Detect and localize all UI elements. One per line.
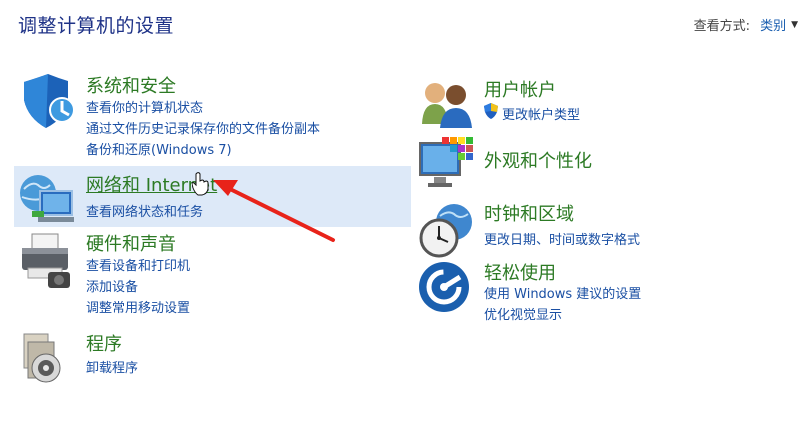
hand-cursor-icon: [192, 172, 209, 196]
link-recommended-settings[interactable]: 使用 Windows 建议的设置: [484, 283, 641, 302]
view-by: 查看方式: 类别 ▼: [694, 15, 798, 34]
link-optimize-visual[interactable]: 优化视觉显示: [484, 304, 562, 323]
view-by-label: 查看方式:: [693, 19, 751, 34]
category-title[interactable]: 轻松使用: [484, 259, 556, 285]
category-title[interactable]: 硬件和声音: [86, 230, 176, 256]
link-mobility-settings[interactable]: 调整常用移动设置: [86, 297, 190, 316]
printer-icon: [22, 233, 70, 288]
link-devices-printers[interactable]: 查看设备和打印机: [86, 255, 190, 274]
link-add-device[interactable]: 添加设备: [86, 276, 138, 295]
page-title: 调整计算机的设置: [18, 15, 175, 37]
globe-network-icon: [20, 175, 74, 222]
clock-globe-icon: [419, 204, 472, 258]
category-title[interactable]: 系统和安全: [86, 72, 176, 98]
users-icon: [422, 83, 472, 128]
link-network-status[interactable]: 查看网络状态和任务: [86, 201, 203, 220]
chevron-down-icon[interactable]: ▼: [791, 20, 798, 30]
link-change-account-type[interactable]: 更改帐户类型: [502, 104, 580, 123]
category-title[interactable]: 外观和个性化: [484, 147, 592, 173]
link-backup-restore[interactable]: 备份和还原(Windows 7): [86, 139, 232, 158]
category-title[interactable]: 用户帐户: [484, 76, 556, 102]
monitor-palette-icon: [419, 137, 473, 187]
link-check-status[interactable]: 查看你的计算机状态: [86, 97, 203, 116]
link-file-history[interactable]: 通过文件历史记录保存你的文件备份副本: [86, 118, 320, 137]
accessibility-icon: [419, 262, 469, 312]
shield-icon: [24, 74, 75, 128]
uac-shield-icon: [484, 103, 498, 119]
programs-disc-icon: [23, 333, 61, 383]
view-by-dropdown[interactable]: 类别: [760, 15, 786, 34]
link-date-time-format[interactable]: 更改日期、时间或数字格式: [484, 229, 640, 248]
category-title[interactable]: 时钟和区域: [484, 200, 574, 226]
category-title[interactable]: 程序: [86, 330, 122, 356]
link-uninstall[interactable]: 卸载程序: [86, 357, 138, 376]
